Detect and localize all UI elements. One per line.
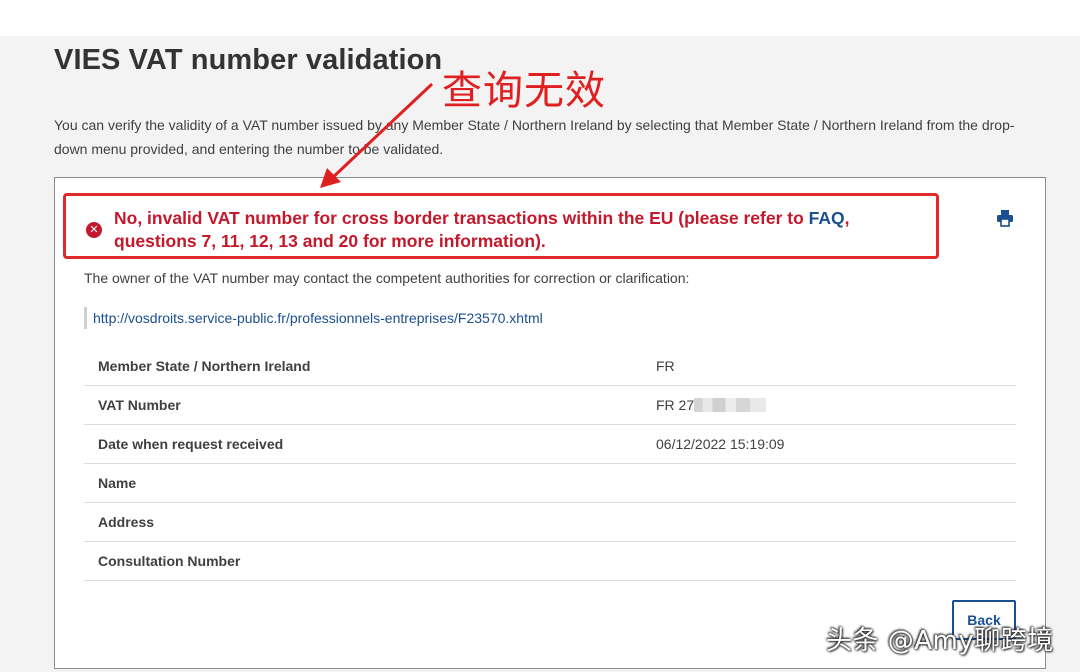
details-table: Member State / Northern Ireland FR VAT N… [84, 347, 1016, 581]
top-band [0, 0, 1080, 36]
details-row-consultation-number: Consultation Number [84, 542, 1016, 581]
details-label: VAT Number [98, 397, 181, 413]
details-label: Consultation Number [98, 553, 241, 569]
details-row-request-date: Date when request received 06/12/2022 15… [84, 425, 1016, 464]
details-label: Member State / Northern Ireland [98, 358, 311, 374]
error-message-prefix: No, invalid VAT number for cross border … [114, 208, 809, 228]
error-circle-icon: ✕ [86, 222, 102, 238]
faq-link[interactable]: FAQ [809, 208, 845, 228]
annotation-label: 查询无效 [442, 68, 606, 114]
details-row-vat-number: VAT Number FR 27 [84, 386, 1016, 425]
details-value: FR [656, 358, 675, 374]
print-icon[interactable] [996, 209, 1014, 227]
redacted-digits [694, 398, 767, 412]
vat-number-value: FR 27 [656, 397, 695, 413]
details-label: Name [98, 475, 137, 491]
details-label: Address [98, 514, 155, 530]
details-row-address: Address [84, 503, 1016, 542]
details-row-name: Name [84, 464, 1016, 503]
service-public-link[interactable]: http://vosdroits.service-public.fr/profe… [84, 307, 543, 329]
intro-text: You can verify the validity of a VAT num… [54, 117, 1015, 157]
details-value: 06/12/2022 15:19:09 [656, 436, 785, 452]
watermark: 头条 @Amy聊跨境 [826, 626, 1054, 656]
details-value-vat: FR 27 [656, 397, 767, 413]
page-title: VIES VAT number validation [54, 44, 443, 76]
owner-note: The owner of the VAT number may contact … [84, 270, 690, 286]
details-row-member-state: Member State / Northern Ireland FR [84, 347, 1016, 386]
error-message: No, invalid VAT number for cross border … [114, 207, 914, 253]
details-label: Date when request received [98, 436, 284, 452]
